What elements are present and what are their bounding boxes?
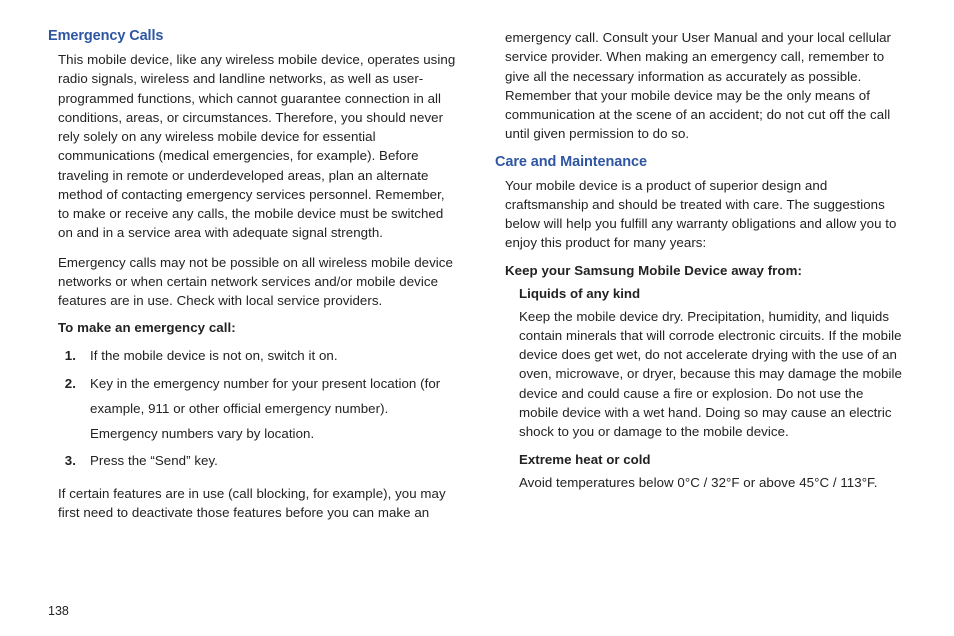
- sub-sub-heading: Liquids of any kind: [495, 286, 906, 301]
- heading-care-maintenance: Care and Maintenance: [495, 154, 906, 170]
- right-column: emergency call. Consult your User Manual…: [495, 28, 906, 618]
- step-number: 1.: [58, 343, 90, 368]
- steps-list: 1. If the mobile device is not on, switc…: [48, 343, 459, 475]
- paragraph: If certain features are in use (call blo…: [48, 484, 459, 523]
- list-heading: To make an emergency call:: [48, 320, 459, 335]
- step-item: 3. Press the “Send” key.: [58, 448, 459, 473]
- step-item: 1. If the mobile device is not on, switc…: [58, 343, 459, 368]
- left-column: Emergency Calls This mobile device, like…: [48, 28, 459, 618]
- paragraph: Avoid temperatures below 0°C / 32°F or a…: [495, 473, 906, 492]
- step-item: 2. Key in the emergency number for your …: [58, 371, 459, 447]
- paragraph: Emergency calls may not be possible on a…: [48, 253, 459, 311]
- step-text: Press the “Send” key.: [90, 448, 459, 473]
- step-text: Key in the emergency number for your pre…: [90, 371, 459, 447]
- heading-emergency-calls: Emergency Calls: [48, 28, 459, 44]
- paragraph: Keep the mobile device dry. Precipitatio…: [495, 307, 906, 442]
- sub-heading: Keep your Samsung Mobile Device away fro…: [495, 263, 906, 278]
- paragraph: This mobile device, like any wireless mo…: [48, 50, 459, 243]
- step-number: 3.: [58, 448, 90, 473]
- page-number: 138: [48, 604, 69, 618]
- step-text: If the mobile device is not on, switch i…: [90, 343, 459, 368]
- paragraph: emergency call. Consult your User Manual…: [495, 28, 906, 144]
- paragraph: Your mobile device is a product of super…: [495, 176, 906, 253]
- sub-sub-heading: Extreme heat or cold: [495, 452, 906, 467]
- step-number: 2.: [58, 371, 90, 447]
